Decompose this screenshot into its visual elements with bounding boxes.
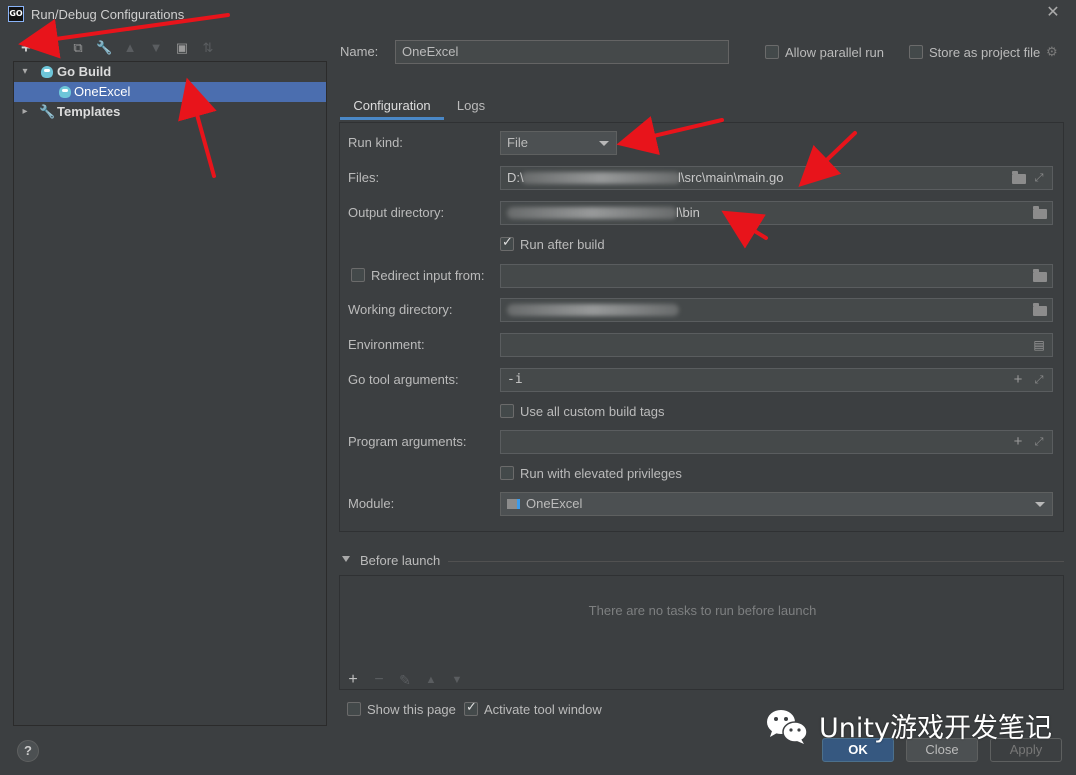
plus-icon[interactable]: + <box>1010 372 1026 388</box>
document-icon[interactable]: ▤ <box>1031 337 1047 353</box>
tree-item-label: OneExcel <box>74 84 131 99</box>
run-elevated-checkbox[interactable] <box>500 466 514 480</box>
program-args-field[interactable]: + ⤢ <box>500 430 1053 454</box>
tree-item-label: Templates <box>57 104 121 119</box>
folder-icon[interactable] <box>1033 206 1047 219</box>
remove-icon[interactable]: − <box>371 672 387 688</box>
name-label: Name: <box>340 44 379 59</box>
run-after-build-checkbox[interactable] <box>500 235 514 251</box>
go-app-icon: GO <box>8 6 24 22</box>
redirect-input-field[interactable] <box>500 264 1053 288</box>
module-icon <box>507 499 520 509</box>
working-dir-field[interactable] <box>500 298 1053 322</box>
files-label: Files: <box>348 170 380 185</box>
sort-icon[interactable]: ⇅ <box>200 40 216 56</box>
expand-icon[interactable]: ⤢ <box>1031 170 1047 186</box>
working-dir-label: Working directory: <box>348 302 453 317</box>
redacted-path <box>507 304 679 316</box>
redirect-input-label: Redirect input from: <box>371 268 485 283</box>
help-button[interactable]: ? <box>17 740 39 762</box>
go-tool-args-label: Go tool arguments: <box>348 372 459 387</box>
add-icon[interactable]: + <box>18 39 34 56</box>
go-tool-args-field[interactable]: -i + ⤢ <box>500 368 1053 392</box>
config-tree[interactable]: ▾ Go Build OneExcel ▸ 🔧 Templates <box>13 61 327 726</box>
folder-icon[interactable] <box>1033 269 1047 282</box>
go-tool-args-value: -i <box>507 372 523 387</box>
before-launch-list[interactable]: There are no tasks to run before launch … <box>339 575 1064 690</box>
empty-tasks-text: There are no tasks to run before launch <box>588 603 817 618</box>
files-field[interactable]: D:\ l\src\main\main.go ⤢ <box>500 166 1053 190</box>
run-after-build-label: Run after build <box>520 237 605 252</box>
redirect-input-checkbox[interactable] <box>351 268 365 282</box>
move-up-icon[interactable]: ▲ <box>423 672 439 688</box>
folder-icon[interactable] <box>1012 171 1026 184</box>
allow-parallel-label: Allow parallel run <box>785 45 884 60</box>
chevron-down-icon[interactable]: ▾ <box>20 62 30 82</box>
new-folder-icon[interactable]: ▣ <box>174 40 190 56</box>
redacted-path <box>507 207 677 219</box>
activate-tool-window-checkbox[interactable] <box>464 700 478 716</box>
show-page-checkbox[interactable] <box>347 702 361 716</box>
edit-icon[interactable]: ✎ <box>397 672 413 688</box>
output-dir-suffix: l\bin <box>676 205 700 220</box>
files-path-suffix: l\src\main\main.go <box>678 170 784 185</box>
close-window-icon[interactable]: ✕ <box>1044 4 1062 22</box>
store-project-label: Store as project file <box>929 45 1041 60</box>
move-up-icon[interactable]: ▲ <box>122 40 138 56</box>
tree-item-label: Go Build <box>57 64 112 79</box>
run-kind-value: File <box>507 135 528 150</box>
output-dir-field[interactable]: l\bin <box>500 201 1053 225</box>
chevron-right-icon[interactable]: ▸ <box>20 102 30 122</box>
tab-logs[interactable]: Logs <box>448 92 494 120</box>
show-page-label: Show this page <box>367 702 456 717</box>
store-project-checkbox[interactable] <box>909 45 923 59</box>
copy-icon[interactable]: ⧉ <box>70 40 86 56</box>
module-select[interactable]: OneExcel <box>500 492 1053 516</box>
wrench-icon: 🔧 <box>39 104 56 119</box>
tab-configuration[interactable]: Configuration <box>340 92 444 120</box>
output-dir-label: Output directory: <box>348 205 445 220</box>
chevron-down-icon <box>599 141 609 146</box>
activate-tool-window-label: Activate tool window <box>484 702 602 717</box>
environment-label: Environment: <box>348 337 425 352</box>
remove-icon[interactable]: − <box>44 40 60 56</box>
module-value: OneExcel <box>526 496 583 511</box>
program-args-label: Program arguments: <box>348 434 467 449</box>
wechat-logo <box>767 710 808 744</box>
use-all-tags-checkbox[interactable] <box>500 404 514 418</box>
before-launch-title: Before launch <box>360 553 441 568</box>
add-icon[interactable]: + <box>345 672 361 688</box>
name-input[interactable]: OneExcel <box>395 40 729 64</box>
allow-parallel-checkbox[interactable] <box>765 45 779 59</box>
tree-item-oneexcel[interactable]: OneExcel <box>14 82 326 102</box>
use-all-tags-label: Use all custom build tags <box>520 404 665 419</box>
move-down-icon[interactable]: ▼ <box>449 672 465 688</box>
run-kind-select[interactable]: File <box>500 131 617 155</box>
separator <box>448 561 1064 562</box>
run-elevated-label: Run with elevated privileges <box>520 466 682 481</box>
expand-icon[interactable]: ⤢ <box>1031 434 1047 450</box>
watermark-text: Unity游戏开发笔记 <box>819 713 1052 744</box>
gopher-icon <box>41 66 53 78</box>
run-kind-label: Run kind: <box>348 135 403 150</box>
gopher-icon <box>59 86 71 98</box>
expand-icon[interactable]: ⤢ <box>1031 372 1047 388</box>
chevron-down-icon <box>1035 502 1045 507</box>
redacted-path <box>521 172 681 184</box>
window-title: Run/Debug Configurations <box>31 7 185 22</box>
move-down-icon[interactable]: ▼ <box>148 40 164 56</box>
wrench-icon[interactable]: 🔧 <box>96 40 112 56</box>
tree-item-go-build[interactable]: ▾ Go Build <box>14 62 326 82</box>
module-label: Module: <box>348 496 395 511</box>
plus-icon[interactable]: + <box>1010 434 1026 450</box>
environment-field[interactable]: ▤ <box>500 333 1053 357</box>
folder-icon[interactable] <box>1033 303 1047 316</box>
collapse-icon[interactable] <box>342 556 350 562</box>
tree-item-templates[interactable]: ▸ 🔧 Templates <box>14 102 326 122</box>
gear-icon[interactable]: ⚙ <box>1046 44 1058 60</box>
